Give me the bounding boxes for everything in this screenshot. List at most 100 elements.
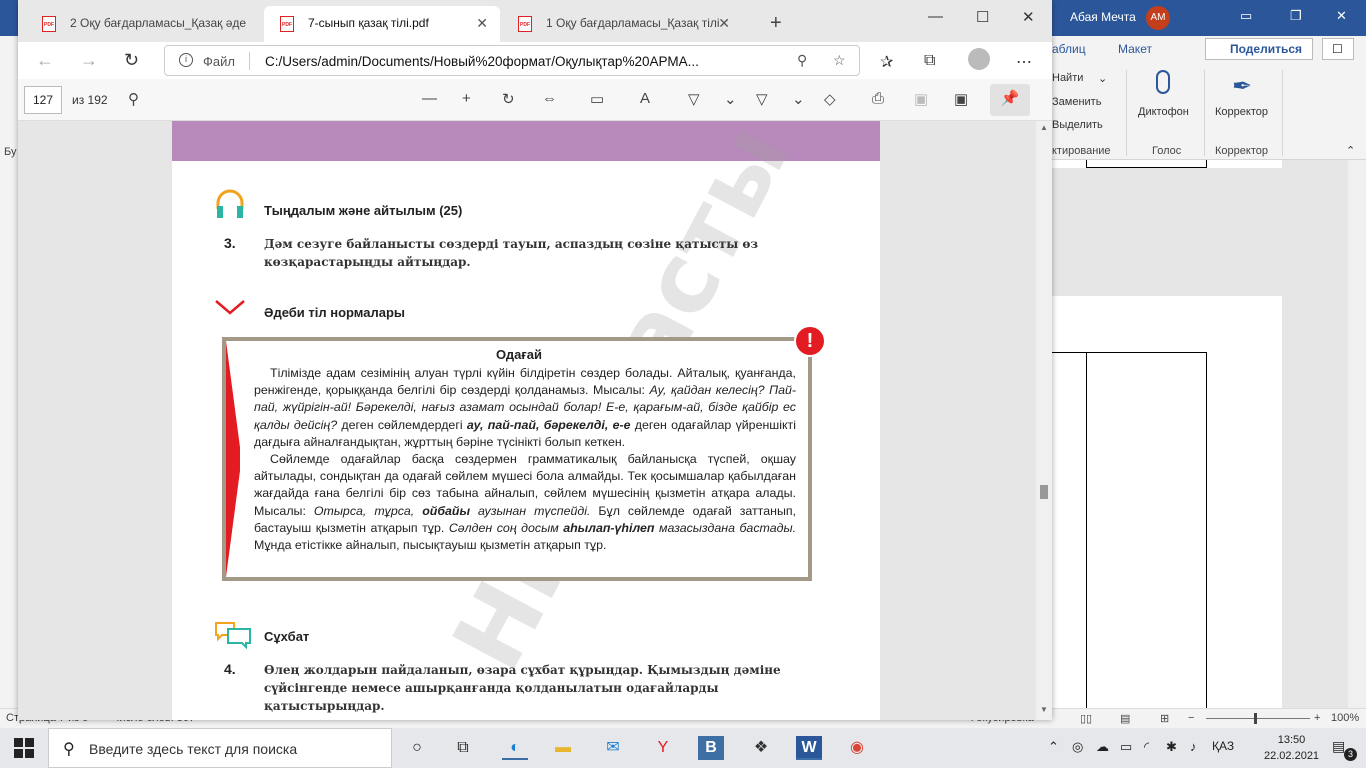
collections-icon[interactable]: ⧉	[924, 52, 935, 70]
tab-curriculum-literature[interactable]: PDF 2 Оқу бағдарламасы_Қазақ әде	[26, 6, 260, 42]
chevron-down-icon[interactable]: ⌄	[724, 90, 737, 108]
windows-start-icon[interactable]	[14, 738, 34, 758]
rotate-icon[interactable]: ↻	[502, 90, 515, 108]
url-field[interactable]: i Файл C:/Users/admin/Documents/Новый%20…	[164, 45, 860, 76]
scroll-up-icon[interactable]: ▲	[1040, 123, 1048, 132]
camera-icon[interactable]: ◎	[1072, 739, 1083, 755]
collapse-ribbon-icon[interactable]: ⌃	[1346, 144, 1355, 157]
zoom-in-icon[interactable]: +	[462, 90, 471, 107]
menu-tables[interactable]: аблиц	[1052, 42, 1086, 56]
chevron-down-icon[interactable]: ⌄	[1098, 72, 1107, 85]
highlight-icon[interactable]: ▽	[756, 90, 768, 108]
page-view-icon[interactable]: ▭	[590, 90, 604, 108]
chrome-icon[interactable]: ◉	[844, 736, 870, 760]
microphone-icon[interactable]	[1156, 70, 1170, 94]
clock[interactable]: 13:50 22.02.2021	[1264, 732, 1319, 764]
cortana-icon[interactable]: ○	[404, 736, 430, 760]
group-voice-label: Голос	[1152, 145, 1182, 157]
close-icon[interactable]: ✕	[1336, 8, 1347, 24]
dropbox-icon[interactable]: ❖	[748, 736, 774, 760]
eraser-icon[interactable]: ◇	[824, 90, 836, 108]
menu-layout[interactable]: Макет	[1118, 42, 1152, 56]
share-button[interactable]: Поделиться	[1205, 38, 1313, 60]
zoom-slider[interactable]	[1206, 718, 1310, 719]
scroll-down-icon[interactable]: ▼	[1040, 705, 1048, 714]
pdf-viewer[interactable]: НПВ басты Тыңдалым және айтылым (25) 3. …	[18, 121, 1052, 720]
file-explorer-icon[interactable]: ▬	[550, 736, 576, 760]
close-tab-icon[interactable]: ✕	[718, 15, 730, 32]
save-icon[interactable]: ▣	[914, 90, 928, 108]
draw-icon[interactable]: ▽	[688, 90, 700, 108]
show-hidden-icon[interactable]: ⌃	[1048, 739, 1059, 755]
scrollbar[interactable]: ▲ ▼	[1036, 121, 1052, 720]
url-text[interactable]: C:/Users/admin/Documents/Новый%20формат/…	[265, 54, 785, 69]
mail-icon[interactable]: ✉	[600, 736, 626, 760]
ribbon-display-icon[interactable]: ▭	[1240, 8, 1252, 24]
zoom-out-icon[interactable]: —	[422, 90, 437, 107]
forward-icon[interactable]: →	[80, 50, 98, 71]
tab-kazakh-language-pdf[interactable]: PDF 7-сынып қазақ тілі.pdf ✕	[264, 6, 500, 42]
restore-icon[interactable]: ❐	[1290, 8, 1302, 24]
avatar[interactable]: АМ	[1146, 6, 1170, 30]
scroll-thumb[interactable]	[1040, 485, 1048, 499]
table-border	[1086, 167, 1207, 168]
zoom-level[interactable]: 100%	[1331, 712, 1359, 724]
refresh-icon[interactable]: ↻	[124, 50, 139, 71]
word-scrollbar[interactable]	[1348, 160, 1366, 708]
close-window-icon[interactable]: ✕	[1022, 8, 1035, 26]
read-mode-icon[interactable]: ▯▯	[1080, 712, 1092, 725]
read-aloud-icon[interactable]: A	[640, 90, 650, 107]
comments-button[interactable]: ☐	[1322, 38, 1354, 60]
chevron-down-icon[interactable]: ⌄	[792, 90, 805, 108]
zoom-out-icon[interactable]: −	[1188, 712, 1194, 724]
select-button[interactable]: Выделить	[1052, 119, 1103, 131]
new-tab-icon[interactable]: +	[770, 12, 782, 35]
close-tab-icon[interactable]: ✕	[476, 15, 488, 32]
zoom-icon[interactable]: ⚲	[797, 52, 807, 69]
zoom-in-icon[interactable]: +	[1314, 712, 1320, 724]
tab-curriculum-language[interactable]: PDF 1 Оқу бағдарламасы_Қазақ тілі ✕	[502, 6, 742, 42]
search-icon[interactable]: ⚲	[128, 90, 139, 108]
volume-icon[interactable]: ♪	[1190, 739, 1197, 754]
minimize-icon[interactable]: —	[928, 8, 943, 25]
dictate-button[interactable]: Диктофон	[1138, 106, 1189, 118]
add-favorite-icon[interactable]: ☆	[833, 52, 846, 69]
editor-pen-icon[interactable]: ✒	[1232, 72, 1252, 101]
browser-b-icon[interactable]: B	[698, 736, 724, 760]
onedrive-icon[interactable]: ☁	[1096, 739, 1109, 755]
profile-icon[interactable]	[968, 48, 990, 70]
info-icon[interactable]: i	[179, 53, 193, 67]
find-button[interactable]: Найти	[1052, 72, 1083, 84]
battery-icon[interactable]: ▭	[1120, 739, 1132, 755]
rule-p1-cont: деген сөйлемдердегі	[337, 417, 467, 432]
more-icon[interactable]: ⋯	[1016, 52, 1032, 72]
zoom-thumb[interactable]	[1254, 713, 1257, 724]
url-divider	[249, 52, 250, 70]
print-icon[interactable]: ⎙	[872, 90, 884, 107]
favorites-icon[interactable]: ✰	[880, 52, 893, 72]
edge-taskbar-icon[interactable]: ◐	[502, 736, 528, 760]
user-name[interactable]: Абая Мечта	[1070, 10, 1136, 24]
back-icon[interactable]: ←	[36, 50, 54, 71]
table-border	[1052, 352, 1207, 353]
task-view-icon[interactable]: ⧉	[450, 736, 476, 760]
bluetooth-icon[interactable]: ✱	[1166, 739, 1177, 755]
network-icon[interactable]: ◜	[1144, 739, 1149, 755]
word-document-area[interactable]	[1052, 160, 1366, 708]
taskbar-search[interactable]: ⚲ Введите здесь текст для поиска	[48, 728, 392, 768]
rule-p2-example-end: аузынан түспейді.	[470, 503, 591, 518]
word-taskbar-icon[interactable]: W	[796, 736, 822, 760]
print-layout-icon[interactable]: ▤	[1120, 712, 1130, 725]
page-number-input[interactable]: 127	[24, 86, 62, 114]
task-text: Өлең жолдарын пайдаланып, өзара сұхбат қ…	[264, 663, 781, 713]
taskbar: ⚲ Введите здесь текст для поиска ○ ⧉ ◐ ▬…	[0, 728, 1366, 768]
save-as-icon[interactable]: ▣	[954, 90, 968, 108]
replace-button[interactable]: Заменить	[1052, 96, 1101, 108]
web-layout-icon[interactable]: ⊞	[1160, 712, 1169, 725]
fit-page-icon[interactable]: ⇔	[542, 90, 557, 107]
language-indicator[interactable]: ҚАЗ	[1212, 739, 1234, 753]
yandex-icon[interactable]: Y	[650, 736, 676, 760]
corrector-button[interactable]: Корректор	[1215, 106, 1268, 118]
maximize-icon[interactable]: ☐	[976, 8, 989, 26]
pin-toolbar-icon[interactable]: 📌	[990, 84, 1030, 116]
